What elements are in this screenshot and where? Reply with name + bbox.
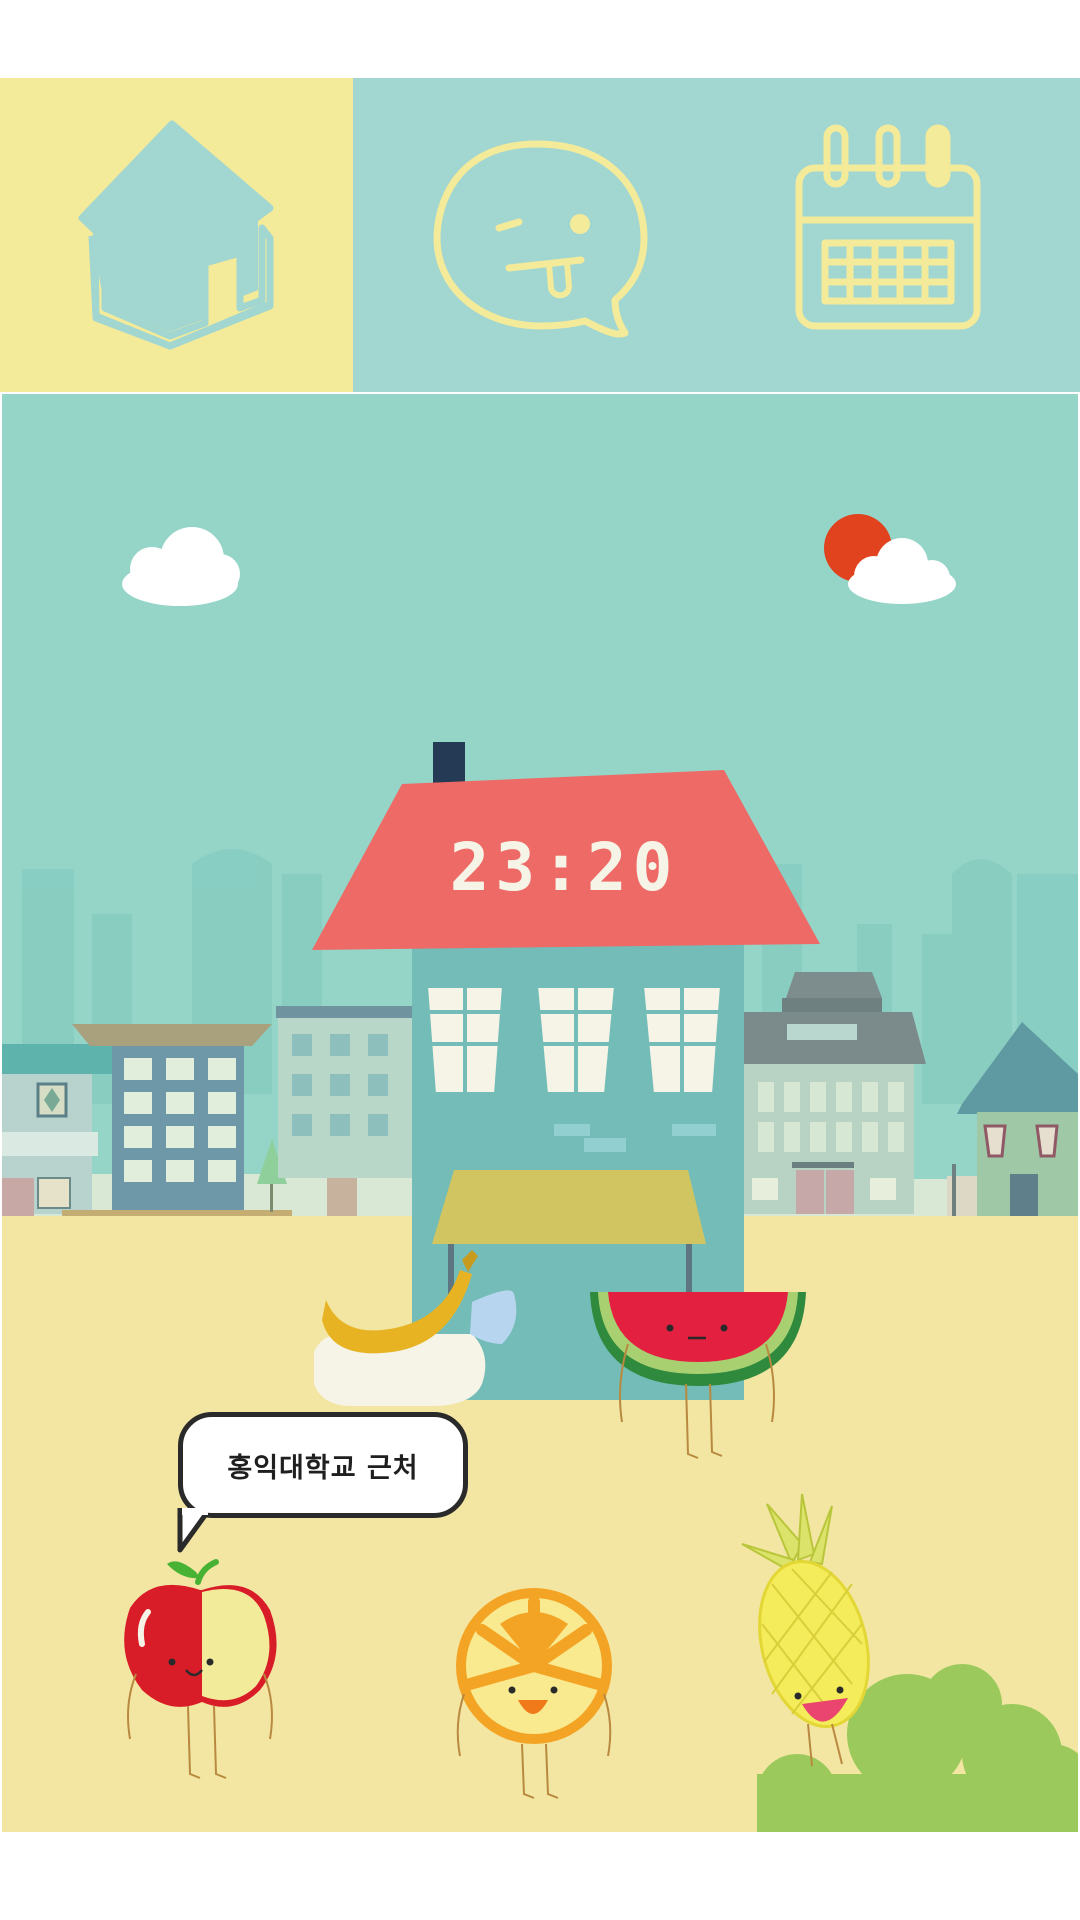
pineapple-character — [741, 1493, 870, 1767]
town-scene: 23:20 — [2, 394, 1078, 1832]
tab-calendar[interactable] — [719, 78, 1080, 392]
speech-bubble-tail — [177, 1508, 209, 1553]
orange-character — [456, 1588, 612, 1799]
calendar-icon — [795, 124, 981, 330]
tab-home[interactable] — [0, 78, 353, 392]
tab-bar — [0, 78, 1080, 392]
winking-speech-bubble-icon — [433, 140, 648, 338]
banana-character — [314, 1250, 517, 1406]
tab-chat[interactable] — [353, 78, 719, 392]
apple-character — [124, 1559, 277, 1779]
fruit-characters — [124, 1250, 870, 1799]
location-speech-bubble: 홍익대학교 근처 — [178, 1412, 468, 1518]
location-label: 홍익대학교 근처 — [227, 1452, 419, 1484]
watermelon-character — [590, 1292, 806, 1459]
house-icon — [78, 120, 274, 350]
